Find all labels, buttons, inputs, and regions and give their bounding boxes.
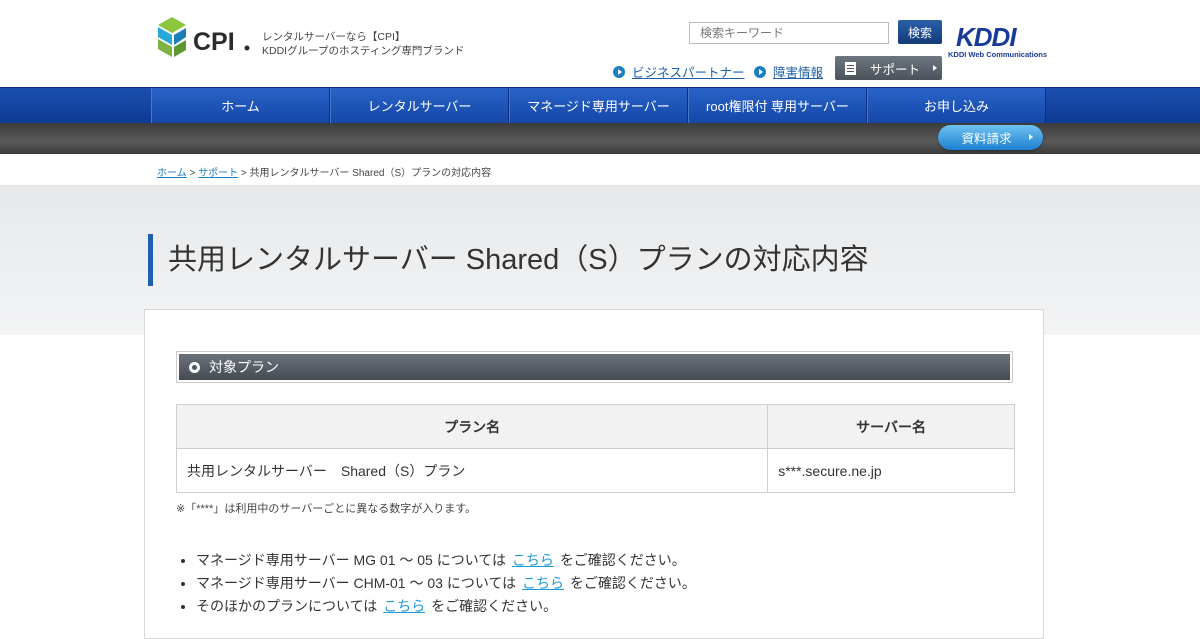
outage-info-label[interactable]: 障害情報 [773,62,823,81]
tagline-line-2: KDDIグループのホスティング専門ブランド [262,45,465,57]
breadcrumb-home[interactable]: ホーム [157,168,187,179]
content-box: 対象プラン プラン名 サーバー名 共用レンタルサーバー Shared（S）プラン… [144,309,1044,639]
tagline-line-1: レンタルサーバーなら【CPI】 [262,31,406,43]
breadcrumb-support[interactable]: サポート [198,168,238,179]
doc-request-label: 資料請求 [961,132,1012,146]
list-item: マネージド専用サーバー MG 01 ～ 05 については こちら をご確認くださ… [196,549,696,572]
list-item-text: そのほかのプランについては [196,598,378,614]
svg-text:KDDI Web Communications: KDDI Web Communications [948,50,1047,59]
search-input[interactable] [689,22,889,44]
section-heading-label: 対象プラン [209,359,279,375]
bullet-circle-icon [189,361,200,373]
support-button[interactable]: サポート [835,56,942,80]
chevron-right-icon [933,65,937,71]
doc-request-button[interactable]: 資料請求 [938,125,1043,150]
list-item-text: をご確認ください。 [431,598,558,614]
list-item-text: をご確認ください。 [559,552,686,568]
breadcrumb-current: 共用レンタルサーバー Shared（S）プランの対応内容 [249,168,492,179]
breadcrumb-separator: > [189,168,196,179]
nav-item-root-server[interactable]: root権限付 専用サーバー [688,88,867,123]
svg-text:CPI: CPI [193,28,235,56]
site-header: CPI レンタルサーバーなら【CPI】 KDDIグループのホスティング専門ブラン… [0,0,1200,87]
arrow-circle-icon [613,65,625,78]
cpi-logo[interactable]: CPI [156,17,256,59]
arrow-circle-icon [754,65,766,78]
plan-table: プラン名 サーバー名 共用レンタルサーバー Shared（S）プラン s***.… [175,404,1015,493]
table-header-row: プラン名 サーバー名 [175,404,1015,449]
nav-item-rental-server[interactable]: レンタルサーバー [330,88,509,123]
chevron-right-icon [1029,134,1033,140]
footnote: ※「****」は利用中のサーバーごとに異なる数字が入ります。 [176,503,477,515]
section-heading: 対象プラン [176,351,1013,383]
list-item: そのほかのプランについては こちら をご確認ください。 [196,595,696,618]
sub-nav-bar: 資料請求 [0,123,1200,154]
nav-item-apply[interactable]: お申し込み [867,88,1046,123]
reference-link[interactable]: こちら [383,598,425,614]
business-partner-label[interactable]: ビジネスパートナー [632,62,745,81]
breadcrumb: ホーム > サポート > 共用レンタルサーバー Shared（S）プランの対応内… [0,154,1200,186]
list-item: マネージド専用サーバー CHM-01 ～ 03 については こちら をご確認くだ… [196,572,696,595]
server-name-cell: s***.secure.ne.jp [767,448,1015,493]
search-button[interactable]: 検索 [898,20,942,44]
column-header-server: サーバー名 [767,404,1015,449]
support-label: サポート [870,62,921,77]
header-tagline: レンタルサーバーなら【CPI】 KDDIグループのホスティング専門ブランド [262,30,464,58]
global-nav: ホーム レンタルサーバー マネージド専用サーバー root権限付 専用サーバー … [0,87,1200,123]
document-icon [845,61,856,75]
table-row: 共用レンタルサーバー Shared（S）プラン s***.secure.ne.j… [175,448,1015,493]
business-partner-link[interactable]: ビジネスパートナー [613,62,745,81]
reference-list: マネージド専用サーバー MG 01 ～ 05 については こちら をご確認くださ… [196,549,696,618]
kddi-logo[interactable]: KDDI KDDI Web Communications [946,20,1052,60]
reference-link[interactable]: こちら [522,575,564,591]
svg-text:KDDI: KDDI [956,22,1017,52]
page-title: 共用レンタルサーバー Shared（S）プランの対応内容 [148,234,869,286]
list-item-text: マネージド専用サーバー MG 01 ～ 05 については [196,552,507,568]
list-item-text: マネージド専用サーバー CHM-01 ～ 03 については [196,575,517,591]
outage-info-link[interactable]: 障害情報 [754,62,823,81]
nav-item-home[interactable]: ホーム [151,88,330,123]
nav-item-managed-server[interactable]: マネージド専用サーバー [509,88,688,123]
plan-name-cell: 共用レンタルサーバー Shared（S）プラン [175,448,769,493]
column-header-plan: プラン名 [175,404,769,449]
breadcrumb-separator: > [240,168,247,179]
reference-link[interactable]: こちら [512,552,554,568]
list-item-text: をご確認ください。 [569,575,696,591]
